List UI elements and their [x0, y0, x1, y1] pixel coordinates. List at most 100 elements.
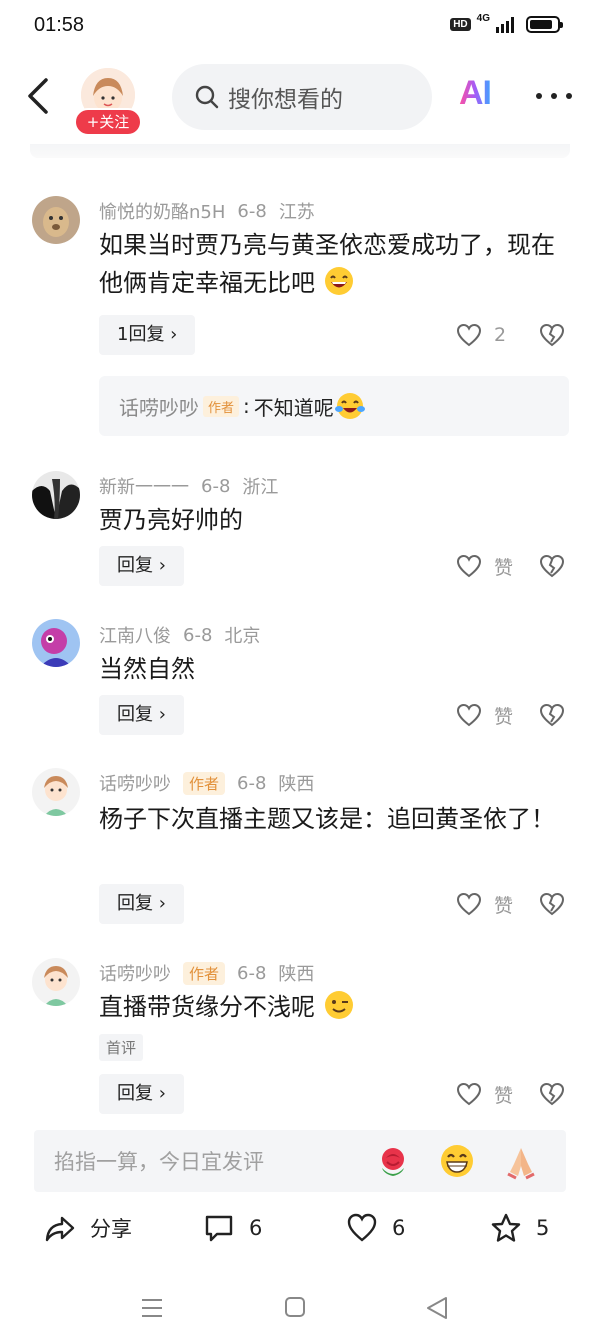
battery-icon	[526, 16, 563, 33]
comment-date: 6-8	[201, 475, 231, 497]
favorite-count: 5	[536, 1216, 550, 1240]
broken-heart-icon	[539, 554, 565, 578]
share-icon	[45, 1216, 75, 1242]
hd-badge: HD	[450, 18, 471, 31]
share-label: 分享	[90, 1217, 132, 1241]
reply-button[interactable]: 回复 ›	[99, 546, 184, 586]
like-post-button[interactable]: 6	[346, 1212, 405, 1244]
reply-label: 回复	[117, 893, 153, 914]
commenter-avatar[interactable]	[32, 619, 80, 667]
share-button[interactable]: 分享	[44, 1212, 132, 1244]
comment-count-button[interactable]: 6	[203, 1212, 262, 1244]
comment-text-block: 直播带货缘分不浅呢	[99, 988, 569, 1026]
heart-icon	[347, 1213, 377, 1242]
comment-location: 陕西	[278, 964, 315, 985]
ai-button[interactable]: AI	[459, 74, 492, 113]
broken-heart-icon	[539, 1082, 565, 1106]
sub-reply[interactable]: 话唠吵吵 作者 : 不知道呢	[99, 376, 569, 436]
heart-icon	[456, 892, 482, 916]
reply-label: 回复	[117, 555, 153, 576]
reply-label: 回复	[117, 1083, 153, 1104]
comment-text: 杨子下次直播主题又该是：追回黄圣依了！	[99, 805, 555, 833]
comment-input[interactable]: 掐指一算，今日宜发评	[34, 1130, 566, 1192]
comment-meta: 新新一一一 6-8 浙江	[99, 473, 290, 499]
follow-button[interactable]: +关注	[74, 108, 142, 136]
praying-hands-emoji-icon[interactable]	[502, 1142, 540, 1180]
dislike-button[interactable]	[539, 884, 565, 924]
commenter-avatar[interactable]	[32, 768, 80, 816]
reply-button[interactable]: 回复 ›	[99, 695, 184, 735]
reply-button[interactable]: 回复 ›	[99, 1074, 184, 1114]
like-label: 赞	[494, 705, 514, 728]
comment-location: 浙江	[242, 477, 279, 498]
nav-bar: +关注 搜你想看的 AI	[0, 60, 600, 136]
sub-reply-text: 不知道呢	[253, 395, 334, 420]
commenter-name[interactable]: 江南八俊	[99, 622, 171, 648]
post-like-count: 6	[392, 1216, 406, 1240]
reply-button[interactable]: 回复 ›	[99, 884, 184, 924]
status-time: 01:58	[34, 14, 85, 36]
dislike-button[interactable]	[539, 1074, 565, 1114]
search-input[interactable]: 搜你想看的	[172, 64, 432, 130]
comment-date: 6-8	[237, 200, 267, 222]
like-count: 2	[494, 324, 507, 346]
comment-text-block: 如果当时贾乃亮与黄圣依恋爱成功了，现在他俩肯定幸福无比吧	[99, 226, 569, 302]
back-arrow-icon	[28, 78, 48, 114]
commenter-name[interactable]: 话唠吵吵	[99, 770, 171, 796]
star-icon	[491, 1213, 521, 1242]
sub-reply-user[interactable]: 话唠吵吵	[119, 392, 199, 421]
heart-icon	[456, 554, 482, 578]
author-tag: 作者	[183, 961, 226, 985]
more-options-icon[interactable]	[536, 82, 572, 110]
home-icon[interactable]	[284, 1294, 306, 1322]
like-button[interactable]: 赞	[456, 546, 513, 586]
commenter-name[interactable]: 新新一一一	[99, 473, 189, 499]
header-divider	[30, 144, 570, 158]
comment-location: 北京	[224, 626, 261, 647]
comment-date: 6-8	[237, 962, 267, 984]
action-bar: 分享 6 6 5	[0, 1204, 600, 1260]
comment-location: 江苏	[278, 202, 315, 223]
author-tag: 作者	[203, 395, 240, 417]
author-avatar[interactable]: +关注	[74, 68, 142, 138]
reply-button[interactable]: 1回复 ›	[99, 315, 196, 355]
like-button[interactable]: 赞	[456, 884, 513, 924]
like-button[interactable]: 赞	[456, 695, 513, 735]
comment-meta: 愉悦的奶酪n5H 6-8 江苏	[99, 198, 327, 224]
dislike-button[interactable]	[539, 695, 565, 735]
network-label: 4G	[476, 13, 490, 24]
commenter-avatar[interactable]	[32, 958, 80, 1006]
author-tag: 作者	[183, 771, 226, 795]
comment-meta: 话唠吵吵 作者 6-8 陕西	[99, 770, 326, 796]
commenter-avatar[interactable]	[32, 196, 80, 244]
status-bar: 01:58 HD 4G	[0, 0, 600, 56]
back-button[interactable]	[22, 76, 58, 116]
broken-heart-icon	[539, 323, 565, 347]
like-label: 赞	[494, 556, 514, 579]
search-placeholder: 搜你想看的	[228, 87, 343, 113]
dislike-button[interactable]	[539, 315, 565, 355]
menu-icon[interactable]	[140, 1294, 164, 1322]
sub-reply-colon: :	[243, 394, 250, 418]
dislike-button[interactable]	[539, 546, 565, 586]
like-button[interactable]: 2	[456, 315, 506, 355]
comment-date: 6-8	[183, 624, 213, 646]
beaming-emoji-icon[interactable]	[438, 1142, 476, 1180]
signal-icon	[496, 16, 514, 33]
first-comment-tag: 首评	[99, 1034, 144, 1061]
comment-location: 陕西	[278, 774, 315, 795]
heart-icon	[456, 703, 482, 727]
comment-text: 当然自然	[99, 655, 195, 683]
commenter-name[interactable]: 话唠吵吵	[99, 960, 171, 986]
comment-meta: 话唠吵吵 作者 6-8 陕西	[99, 960, 326, 986]
search-icon	[195, 85, 219, 109]
favorite-button[interactable]: 5	[490, 1212, 549, 1244]
reply-label: 1回复	[117, 324, 165, 345]
back-triangle-icon[interactable]	[424, 1294, 450, 1322]
commenter-name[interactable]: 愉悦的奶酪n5H	[99, 198, 225, 224]
rose-emoji-icon[interactable]	[374, 1142, 412, 1180]
like-label: 赞	[494, 894, 514, 917]
like-button[interactable]: 赞	[456, 1074, 513, 1114]
comment-date: 6-8	[237, 772, 267, 794]
commenter-avatar[interactable]	[32, 471, 80, 519]
